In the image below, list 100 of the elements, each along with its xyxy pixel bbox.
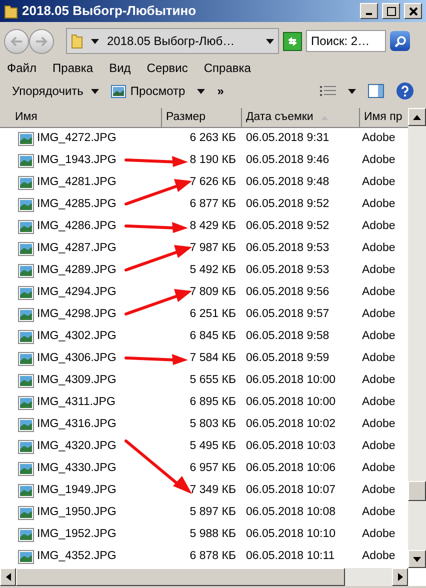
size-cell-text: 7 809 КБ <box>188 285 237 300</box>
table-cell-text: Adobe <box>361 175 396 190</box>
date-cell-text: 06.05.2018 9:58 <box>245 329 330 344</box>
search-button[interactable] <box>390 31 410 51</box>
file-name-cell[interactable]: IMG_4285.JPG <box>0 196 162 214</box>
column-header[interactable]: Имя <box>0 108 162 128</box>
file-name-cell[interactable]: IMG_1950.JPG <box>0 504 162 522</box>
file-name-cell[interactable]: IMG_4352.JPG <box>0 548 162 566</box>
address-text: 2018.05 Выбогр-Люб… <box>107 33 236 50</box>
menu-item[interactable]: Файл <box>7 59 37 77</box>
menu-item[interactable]: Сервис <box>146 59 188 77</box>
image-file-icon <box>18 264 34 278</box>
file-name-cell[interactable]: IMG_4294.JPG <box>0 284 162 302</box>
picture-icon <box>111 84 126 98</box>
table-cell-text: Adobe <box>361 483 396 498</box>
size-cell-text: 7 349 КБ <box>188 483 237 498</box>
forward-arrow-icon <box>35 36 48 46</box>
right-arrow-icon <box>398 573 402 581</box>
table-cell-text: Adobe <box>361 241 396 256</box>
search-icon <box>394 34 406 48</box>
image-file-icon <box>18 242 34 256</box>
file-name-cell[interactable]: IMG_1949.JPG <box>0 482 162 500</box>
dropdown-icon <box>266 38 274 44</box>
scroll-thumb[interactable] <box>16 568 345 586</box>
file-name-cell[interactable]: IMG_4316.JPG <box>0 416 162 434</box>
size-cell-text: 8 190 КБ <box>188 153 237 168</box>
date-cell-text: 06.05.2018 10:02 <box>245 417 337 432</box>
table-cell-text: Adobe <box>361 263 396 278</box>
image-file-icon <box>18 330 34 344</box>
vertical-scrollbar[interactable] <box>408 108 426 568</box>
file-name-cell[interactable]: IMG_4286.JPG <box>0 218 162 236</box>
address-bar[interactable]: 2018.05 Выбогр-Люб… <box>66 28 279 54</box>
file-name-cell[interactable]: IMG_4320.JPG <box>0 438 162 456</box>
file-name-cell[interactable]: IMG_4281.JPG <box>0 174 162 192</box>
size-cell-text: 5 492 КБ <box>188 263 237 278</box>
column-header[interactable]: Дата съемки <box>242 108 360 128</box>
size-cell-text: 5 655 КБ <box>188 373 237 388</box>
organize-button[interactable]: Упорядочить <box>12 82 100 100</box>
image-file-icon <box>18 132 34 146</box>
menu-item[interactable]: Вид <box>109 59 131 77</box>
size-cell-text: 8 429 КБ <box>188 219 237 234</box>
date-cell-text: 06.05.2018 10:08 <box>245 505 337 520</box>
down-arrow-icon <box>413 556 421 562</box>
scroll-left-button[interactable] <box>0 568 16 586</box>
close-icon <box>408 6 418 16</box>
image-file-icon <box>18 528 34 542</box>
caret-icon <box>91 88 100 94</box>
scroll-up-button[interactable] <box>408 108 426 126</box>
scroll-thumb[interactable] <box>408 481 426 501</box>
search-field[interactable]: Поиск: 2… <box>306 30 386 52</box>
date-cell-text: 06.05.2018 9:53 <box>245 241 330 256</box>
table-cell-text: Adobe <box>361 417 396 432</box>
size-cell-text: 6 957 КБ <box>188 461 237 476</box>
image-file-icon <box>18 220 34 234</box>
file-name-cell[interactable]: IMG_4302.JPG <box>0 328 162 346</box>
table-cell-text: Adobe <box>361 131 396 146</box>
size-cell-text: 7 987 КБ <box>188 241 237 256</box>
left-arrow-icon <box>6 573 10 581</box>
preview-button[interactable]: Просмотр <box>111 82 186 100</box>
date-cell-text: 06.05.2018 10:10 <box>245 527 337 542</box>
size-cell-text: 7 626 КБ <box>188 175 237 190</box>
size-cell-text: 6 878 КБ <box>188 549 237 564</box>
view-list-icon[interactable] <box>320 84 336 98</box>
more-button[interactable]: » <box>217 82 224 100</box>
help-icon[interactable] <box>396 82 414 100</box>
file-name-cell[interactable]: IMG_4298.JPG <box>0 306 162 324</box>
refresh-button[interactable] <box>283 32 302 50</box>
column-header[interactable]: Размер <box>162 108 242 128</box>
image-file-icon <box>18 352 34 366</box>
file-name-cell[interactable]: IMG_4306.JPG <box>0 350 162 368</box>
file-name-cell[interactable]: IMG_1943.JPG <box>0 152 162 170</box>
file-name-cell[interactable]: IMG_4309.JPG <box>0 372 162 390</box>
size-cell-text: 6 877 КБ <box>188 197 237 212</box>
table-cell-text: Adobe <box>361 329 396 344</box>
file-name-cell[interactable]: IMG_4287.JPG <box>0 240 162 258</box>
date-cell-text: 06.05.2018 9:57 <box>245 307 330 322</box>
image-file-icon <box>18 154 34 168</box>
date-cell-text: 06.05.2018 10:06 <box>245 461 337 476</box>
preview-pane-icon[interactable] <box>368 84 384 98</box>
maximize-icon <box>386 6 396 16</box>
table-cell-text: Adobe <box>361 505 396 520</box>
image-file-icon <box>18 440 34 454</box>
file-name-cell[interactable]: IMG_1952.JPG <box>0 526 162 544</box>
image-file-icon <box>18 506 34 520</box>
file-name-cell[interactable]: IMG_4311.JPG <box>0 394 162 412</box>
file-name-cell[interactable]: IMG_4330.JPG <box>0 460 162 478</box>
image-file-icon <box>18 198 34 212</box>
scroll-down-button[interactable] <box>408 550 426 568</box>
horizontal-scrollbar[interactable] <box>0 568 408 586</box>
table-cell-text: Adobe <box>361 373 396 388</box>
menu-item[interactable]: Справка <box>204 59 251 77</box>
table-cell-text: Adobe <box>361 395 396 410</box>
close-button[interactable] <box>404 3 422 19</box>
size-cell-text: 6 251 КБ <box>188 307 237 322</box>
file-name-cell[interactable]: IMG_4272.JPG <box>0 130 162 148</box>
file-name-cell[interactable]: IMG_4289.JPG <box>0 262 162 280</box>
minimize-button[interactable] <box>360 3 378 19</box>
menu-item[interactable]: Правка <box>52 59 94 77</box>
scroll-right-button[interactable] <box>392 568 408 586</box>
maximize-button[interactable] <box>382 3 400 19</box>
